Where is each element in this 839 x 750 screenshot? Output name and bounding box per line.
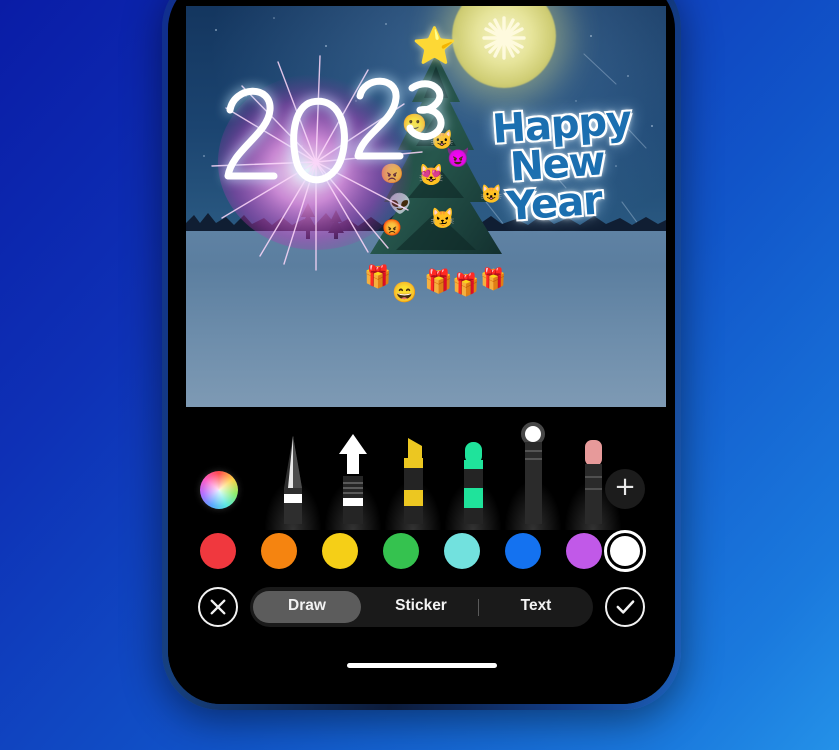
home-indicator: [346, 662, 497, 668]
tool-row: +: [168, 419, 675, 530]
color-wheel-button[interactable]: [200, 471, 238, 509]
eraser-tool[interactable]: [564, 432, 622, 530]
swatch-yellow[interactable]: [322, 533, 358, 569]
close-icon: [210, 599, 226, 615]
phone-device: ⭐ 🙂 😺 😈 😻 😠 👽 😼 😺 😡 🎁 😄 🎁 🎁 🎁: [162, 0, 681, 710]
tab-draw[interactable]: Draw: [253, 591, 361, 623]
swatch-purple[interactable]: [566, 533, 602, 569]
add-tool-button[interactable]: +: [605, 469, 645, 509]
color-swatch-row: [168, 529, 675, 575]
phone-screen: ⭐ 🙂 😺 😈 😻 😠 👽 😼 😺 😡 🎁 😄 🎁 🎁 🎁: [168, 0, 675, 704]
editor-panel: + Draw Sticker Text: [168, 407, 675, 704]
swatch-white-selected[interactable]: [604, 530, 646, 572]
fireworks-2023-doodle: [211, 55, 445, 271]
swatch-cyan[interactable]: [444, 533, 480, 569]
swatch-orange[interactable]: [261, 533, 297, 569]
swatch-green[interactable]: [383, 533, 419, 569]
mode-segmented-control[interactable]: Draw Sticker Text: [250, 587, 593, 627]
marker-tool[interactable]: [324, 432, 382, 530]
greeting-text[interactable]: Happy New Year: [473, 97, 656, 230]
bottom-bar: Draw Sticker Text: [168, 583, 675, 631]
swatch-blue[interactable]: [505, 533, 541, 569]
sticker-gift-pink[interactable]: 🎁: [480, 268, 506, 292]
cancel-button[interactable]: [198, 587, 238, 627]
photo-canvas[interactable]: ⭐ 🙂 😺 😈 😻 😠 👽 😼 😺 😡 🎁 😄 🎁 🎁 🎁: [186, 6, 666, 407]
highlighter-tool[interactable]: [384, 432, 442, 530]
checkmark-icon: [616, 600, 635, 614]
tab-text[interactable]: Text: [482, 591, 590, 623]
confirm-button[interactable]: [605, 587, 645, 627]
pen-tool[interactable]: [264, 432, 322, 530]
tab-sticker[interactable]: Sticker: [367, 591, 475, 623]
brush-tool[interactable]: [444, 432, 502, 530]
neon-pen-tool[interactable]: [504, 420, 562, 530]
swatch-red[interactable]: [200, 533, 236, 569]
segment-divider: [478, 598, 479, 616]
